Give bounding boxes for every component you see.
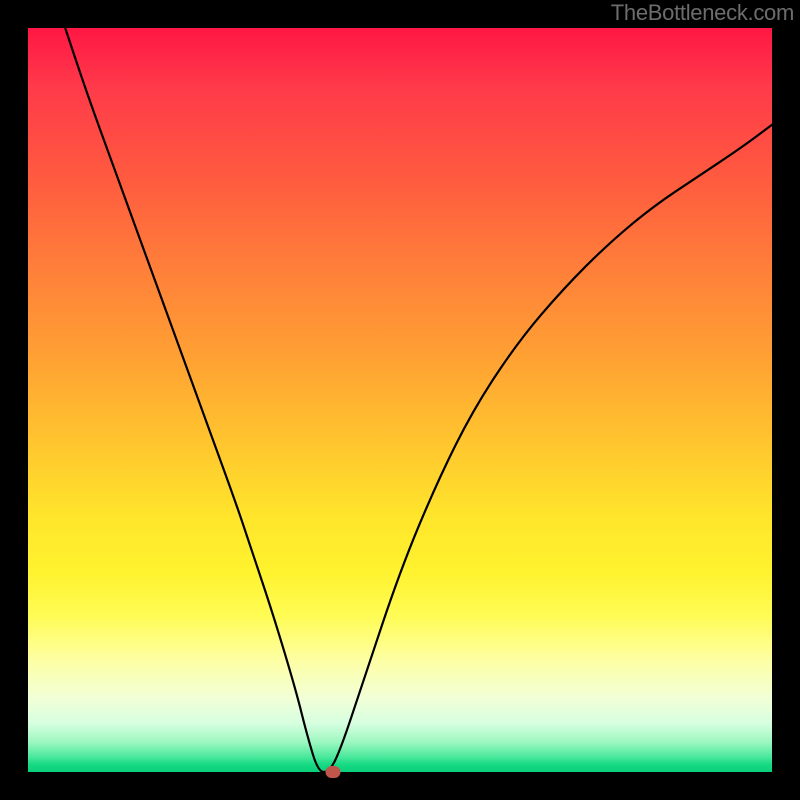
chart-frame: TheBottleneck.com bbox=[0, 0, 800, 800]
credit-watermark: TheBottleneck.com bbox=[611, 0, 794, 26]
optimal-point-marker bbox=[326, 766, 341, 778]
bottleneck-curve bbox=[65, 28, 772, 772]
plot-area bbox=[28, 28, 772, 772]
curve-svg bbox=[28, 28, 772, 772]
